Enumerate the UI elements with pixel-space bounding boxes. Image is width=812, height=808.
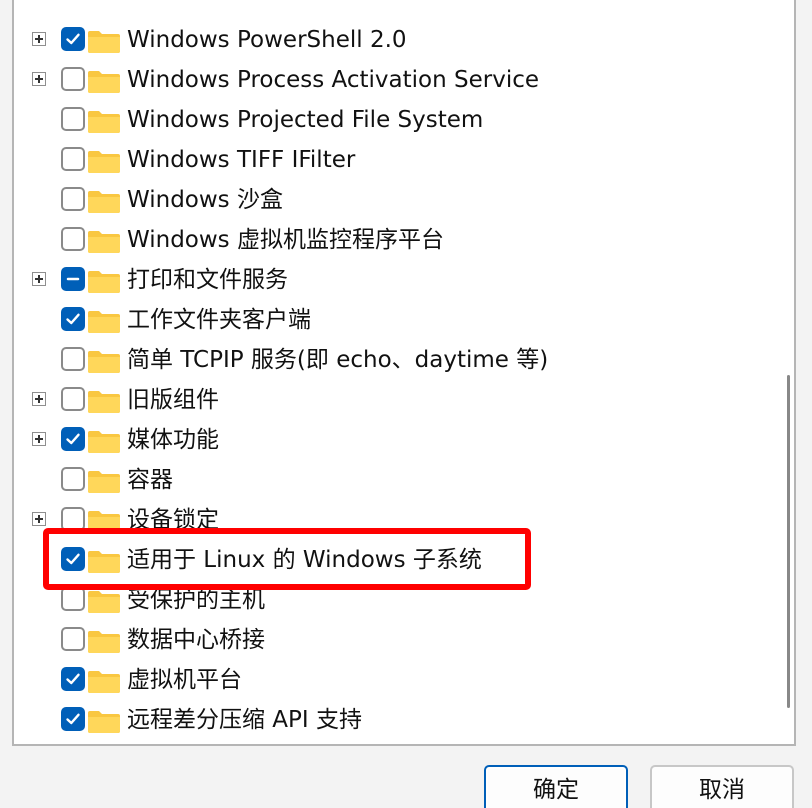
feature-row[interactable]: 工作文件夹客户端: [14, 300, 774, 340]
plus-expander-icon[interactable]: [32, 512, 46, 526]
vertical-scrollbar[interactable]: [782, 0, 794, 744]
feature-label: Windows 虚拟机监控程序平台: [127, 227, 444, 253]
feature-checkbox[interactable]: [61, 67, 85, 91]
feature-checkbox[interactable]: [61, 667, 85, 691]
folder-icon: [88, 391, 120, 413]
ok-button[interactable]: 确定: [484, 765, 628, 808]
folder-icon: [88, 191, 120, 213]
feature-row[interactable]: 容器: [14, 460, 774, 500]
feature-row[interactable]: 媒体功能: [14, 420, 774, 460]
feature-label: 打印和文件服务: [127, 267, 288, 293]
plus-expander-icon[interactable]: [32, 432, 46, 446]
feature-label: 远程差分压缩 API 支持: [127, 707, 363, 733]
folder-icon: [88, 71, 120, 93]
feature-row[interactable]: 数据中心桥接: [14, 620, 774, 660]
folder-icon: [88, 671, 120, 693]
cancel-button[interactable]: 取消: [650, 765, 794, 808]
feature-checkbox[interactable]: [61, 107, 85, 131]
feature-checkbox[interactable]: [61, 307, 85, 331]
scrollbar-thumb[interactable]: [787, 375, 790, 708]
feature-label: 简单 TCPIP 服务(即 echo、daytime 等): [127, 347, 549, 373]
checkmark-icon: [66, 313, 80, 325]
feature-label: 数据中心桥接: [127, 627, 265, 653]
folder-icon: [88, 151, 120, 173]
feature-row[interactable]: 简单 TCPIP 服务(即 echo、daytime 等): [14, 340, 774, 380]
wsl-highlight-outline: [43, 528, 531, 590]
feature-tree[interactable]: Windows PowerShell 2.0 Windows Process Ac…: [12, 0, 796, 746]
feature-row[interactable]: Windows Process Activation Service: [14, 60, 774, 100]
feature-label: 容器: [127, 467, 173, 493]
feature-checkbox[interactable]: [61, 227, 85, 251]
feature-label: Windows Process Activation Service: [127, 67, 540, 93]
folder-icon: [88, 431, 120, 453]
folder-icon: [88, 471, 120, 493]
feature-checkbox[interactable]: [61, 707, 85, 731]
feature-checkbox[interactable]: [61, 587, 85, 611]
folder-icon: [88, 351, 120, 373]
feature-label: 媒体功能: [127, 427, 219, 453]
feature-label: Windows TIFF IFilter: [127, 147, 356, 173]
feature-checkbox[interactable]: [61, 347, 85, 371]
folder-icon: [88, 31, 120, 53]
plus-expander-icon[interactable]: [32, 32, 46, 46]
windows-features-dialog: Windows PowerShell 2.0 Windows Process Ac…: [0, 0, 812, 808]
checkmark-icon: [66, 673, 80, 685]
feature-label: Windows 沙盒: [127, 187, 283, 213]
checkmark-icon: [66, 33, 80, 45]
feature-row[interactable]: Windows PowerShell 2.0: [14, 20, 774, 60]
feature-row[interactable]: Windows 虚拟机监控程序平台: [14, 220, 774, 260]
feature-checkbox[interactable]: [61, 187, 85, 211]
feature-label: Windows PowerShell 2.0: [127, 27, 407, 53]
feature-label: 工作文件夹客户端: [127, 307, 311, 333]
feature-checkbox[interactable]: [61, 627, 85, 651]
folder-icon: [88, 311, 120, 333]
folder-icon: [88, 711, 120, 733]
feature-checkbox[interactable]: [61, 427, 85, 451]
plus-expander-icon[interactable]: [32, 72, 46, 86]
feature-label: 虚拟机平台: [127, 667, 242, 693]
feature-row[interactable]: Windows TIFF IFilter: [14, 140, 774, 180]
folder-icon: [88, 631, 120, 653]
folder-icon: [88, 271, 120, 293]
indeterminate-icon: [66, 277, 80, 281]
folder-icon: [88, 591, 120, 613]
feature-row[interactable]: Windows Projected File System: [14, 100, 774, 140]
feature-row[interactable]: 远程差分压缩 API 支持: [14, 700, 774, 740]
feature-row[interactable]: 打印和文件服务: [14, 260, 774, 300]
checkmark-icon: [66, 713, 80, 725]
feature-label: 旧版组件: [127, 387, 219, 413]
feature-row[interactable]: 旧版组件: [14, 380, 774, 420]
feature-row[interactable]: 虚拟机平台: [14, 660, 774, 700]
feature-checkbox[interactable]: [61, 387, 85, 411]
plus-expander-icon[interactable]: [32, 272, 46, 286]
feature-checkbox[interactable]: [61, 27, 85, 51]
checkmark-icon: [66, 433, 80, 445]
feature-label: Windows Projected File System: [127, 107, 484, 133]
folder-icon: [88, 111, 120, 133]
feature-row[interactable]: Windows 沙盒: [14, 180, 774, 220]
folder-icon: [88, 231, 120, 253]
feature-checkbox[interactable]: [61, 467, 85, 491]
plus-expander-icon[interactable]: [32, 392, 46, 406]
feature-checkbox[interactable]: [61, 267, 85, 291]
feature-checkbox[interactable]: [61, 147, 85, 171]
